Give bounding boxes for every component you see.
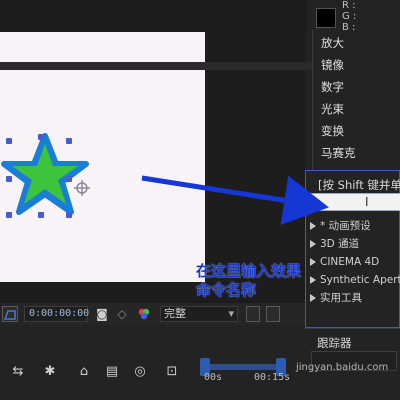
star-shape-layer[interactable]: [0, 132, 100, 222]
resolution-value: 完整: [164, 307, 186, 320]
menu-item-zoom[interactable]: 放大: [321, 36, 344, 50]
menu-item-mosaic[interactable]: 马赛克: [321, 146, 356, 160]
composition-viewer: [0, 0, 305, 302]
motion-blur-icon[interactable]: ◎: [130, 362, 150, 382]
anchor-point-icon[interactable]: [74, 180, 90, 196]
timecode-display[interactable]: 0:00:00:00: [24, 306, 89, 322]
annotation-line-2: 命令名称: [196, 281, 257, 299]
work-area-bar[interactable]: [202, 364, 282, 370]
hide-shy-layers-icon[interactable]: ⌂: [74, 362, 94, 382]
transparency-grid-button[interactable]: [246, 306, 260, 322]
expand-arrow-icon: [310, 240, 316, 248]
menu-item-mirror[interactable]: 镜像: [321, 58, 344, 72]
color-swatch: [316, 8, 336, 28]
search-hint: [按 Shift 键并单: [318, 178, 400, 192]
annotation-text: 在这里输入效果 命令名称: [196, 262, 356, 300]
effects-search-input[interactable]: I: [308, 193, 400, 211]
ae-workspace: 0:00:00:00 ◙ ◇ 完整 ▾ ⇆ ✱ ⌂ ▤ ◎ ⊡ 00s 00:1…: [0, 0, 400, 400]
color-channel-icon[interactable]: [136, 306, 152, 322]
text-cursor-icon: I: [365, 195, 369, 209]
roi-icon: [3, 310, 16, 320]
effects-dropdown-menu: 放大 镜像 数字 光束 变换 马赛克: [312, 30, 400, 170]
watermark: jingyan.baidu.com: [296, 362, 389, 373]
resolution-select[interactable]: 完整 ▾: [160, 306, 238, 322]
category-label: 3D 通道: [320, 238, 360, 250]
annotation-line-1: 在这里输入效果: [196, 262, 302, 280]
channel-r-label: R :: [342, 0, 356, 11]
viewer-toolbar: 0:00:00:00 ◙ ◇ 完整 ▾: [0, 302, 305, 325]
graph-editor-icon[interactable]: ⊡: [162, 362, 182, 382]
guide-options-button[interactable]: [266, 306, 280, 322]
frame-blending-icon[interactable]: ▤: [102, 362, 122, 382]
info-panel: R : G : B :: [305, 0, 400, 34]
comp-flowchart-icon[interactable]: ⇆: [8, 362, 28, 382]
category-animation-presets[interactable]: * 动画预设: [310, 219, 371, 233]
effects-presets-panel: [按 Shift 键并单 I * 动画预设 3D 通道 CINEMA 4D Sy…: [305, 170, 400, 328]
channel-g-label: G :: [342, 11, 357, 22]
draft-3d-icon[interactable]: ✱: [40, 362, 60, 382]
timeline-ruler[interactable]: 00s 00:15s: [196, 330, 306, 400]
region-of-interest-button[interactable]: [2, 306, 18, 322]
menu-item-digital[interactable]: 数字: [321, 80, 344, 94]
rgb-dots-icon: [138, 308, 150, 320]
expand-arrow-icon: [310, 222, 316, 230]
ruler-start-label: 00s: [204, 372, 223, 383]
tab-tracker[interactable]: 跟踪器: [317, 335, 352, 351]
show-snapshot-icon[interactable]: ◇: [114, 306, 130, 322]
chevron-down-icon: ▾: [228, 307, 234, 320]
menu-item-transform[interactable]: 变换: [321, 124, 344, 138]
menu-item-beam[interactable]: 光束: [321, 102, 344, 116]
ruler-mark-label: 00:15s: [254, 372, 291, 383]
category-label: * 动画预设: [320, 220, 371, 232]
category-3d-channel[interactable]: 3D 通道: [310, 237, 359, 251]
camera-snapshot-icon[interactable]: ◙: [94, 306, 110, 322]
